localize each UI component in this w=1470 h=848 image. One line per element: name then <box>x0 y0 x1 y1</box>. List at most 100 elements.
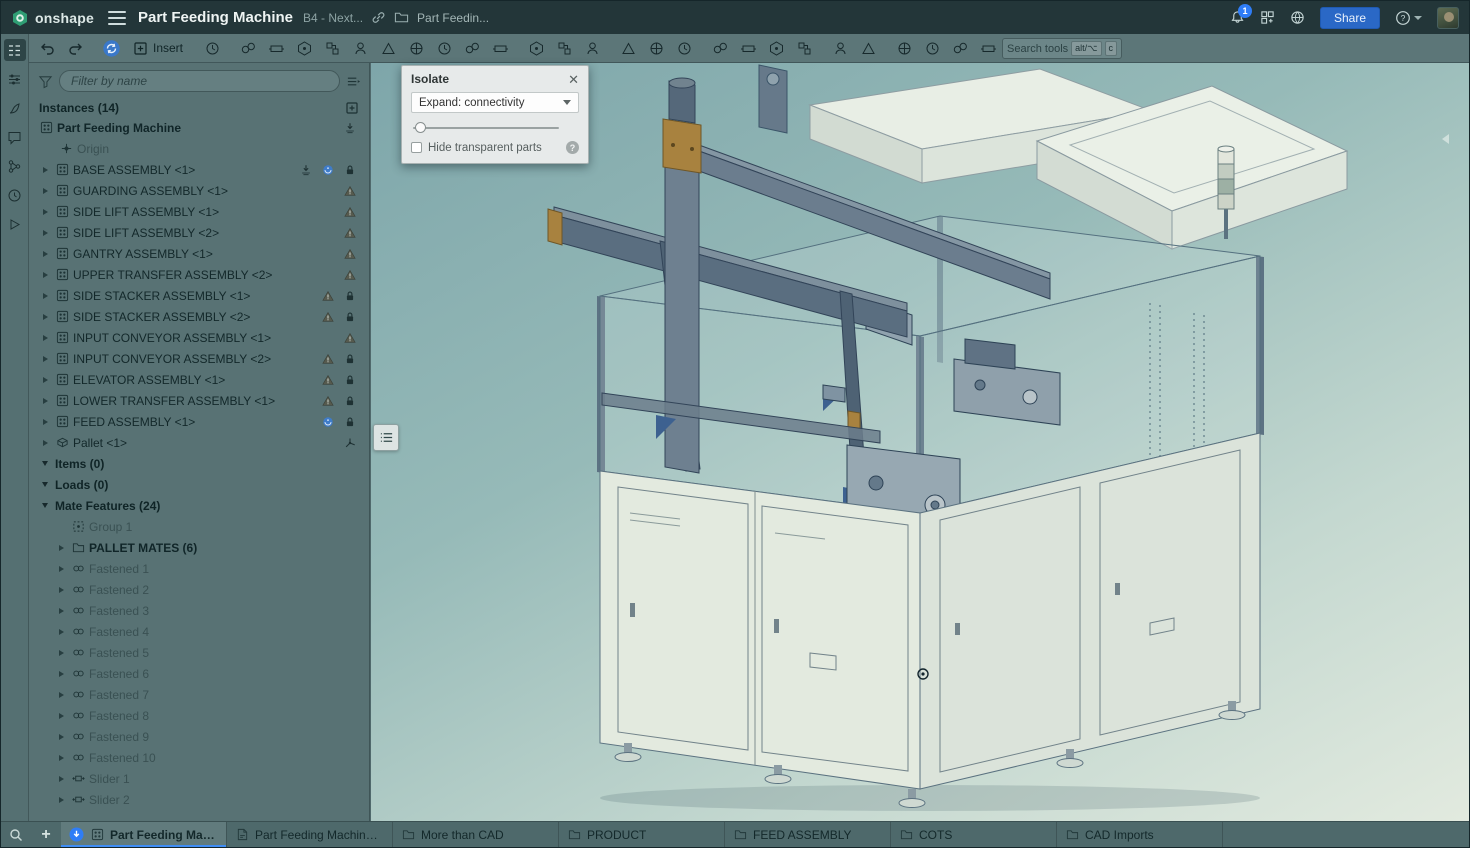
tree-item-fastened-5[interactable]: Fastened 5 <box>29 642 369 663</box>
tree-item-fastened-7[interactable]: Fastened 7 <box>29 684 369 705</box>
group-icon[interactable] <box>551 36 578 61</box>
mate-list-flyout-button[interactable] <box>373 424 399 451</box>
model-viewport[interactable] <box>371 63 1469 821</box>
expand-chevron[interactable] <box>39 314 51 320</box>
tree-item-fastened-6[interactable]: Fastened 6 <box>29 663 369 684</box>
notifications-bell-icon[interactable]: 1 <box>1230 10 1245 25</box>
tree-section-mate-features-24[interactable]: Mate Features (24) <box>29 495 369 516</box>
tree-item-fastened-8[interactable]: Fastened 8 <box>29 705 369 726</box>
breadcrumb[interactable]: Part Feedin... <box>417 11 489 25</box>
planar-mate-icon[interactable] <box>347 36 374 61</box>
onshape-logo[interactable]: onshape <box>11 9 94 27</box>
linear-pattern-icon[interactable] <box>615 36 642 61</box>
collapse-panel-icon[interactable] <box>1442 134 1449 144</box>
expand-chevron[interactable] <box>39 209 51 215</box>
tab-feed-assembly[interactable]: FEED ASSEMBLY <box>725 822 891 847</box>
mass-properties-icon[interactable] <box>947 36 974 61</box>
slider-knob[interactable] <box>415 122 426 133</box>
undo-icon[interactable] <box>34 36 61 61</box>
app-store-icon[interactable] <box>1260 10 1275 25</box>
expand-chevron[interactable] <box>39 230 51 236</box>
tree-item-side-lift-assembly-2[interactable]: SIDE LIFT ASSEMBLY <2> <box>29 222 369 243</box>
display-states-icon[interactable] <box>827 36 854 61</box>
pin-slot-mate-icon[interactable] <box>403 36 430 61</box>
tree-item-group-1[interactable]: Group 1 <box>29 516 369 537</box>
share-button[interactable]: Share <box>1320 7 1380 29</box>
tab-manager-icon[interactable] <box>1 822 31 847</box>
tab-part-feeding-machine-d[interactable]: Part Feeding Machine D... <box>227 822 393 847</box>
tree-item-base-assembly-1[interactable]: BASE ASSEMBLY <1> <box>29 159 369 180</box>
bom-icon[interactable] <box>707 36 734 61</box>
tree-item-feed-assembly-1[interactable]: FEED ASSEMBLY <1> <box>29 411 369 432</box>
expand-chevron[interactable] <box>55 587 67 593</box>
update-sync-icon[interactable] <box>98 36 125 61</box>
versions-panel-icon[interactable] <box>4 155 26 177</box>
tab-part-feeding-machine[interactable]: Part Feeding Machine <box>61 822 227 847</box>
configurations-panel-icon[interactable] <box>4 68 26 90</box>
expand-chevron[interactable] <box>39 398 51 404</box>
tree-item-guarding-assembly-1[interactable]: GUARDING ASSEMBLY <1> <box>29 180 369 201</box>
slider-mate-icon[interactable] <box>319 36 346 61</box>
expand-chevron[interactable] <box>55 692 67 698</box>
replicate-icon[interactable] <box>579 36 606 61</box>
instances-panel-icon[interactable] <box>4 39 26 61</box>
search-tools-input[interactable] <box>1007 43 1068 55</box>
help-menu[interactable]: ? <box>1395 10 1422 26</box>
expand-chevron[interactable] <box>55 671 67 677</box>
expand-chevron[interactable] <box>39 293 51 299</box>
tree-item-elevator-assembly-1[interactable]: ELEVATOR ASSEMBLY <1> <box>29 369 369 390</box>
tree-item-fastened-9[interactable]: Fastened 9 <box>29 726 369 747</box>
model-canvas[interactable] <box>510 63 1390 815</box>
comments-panel-icon[interactable] <box>4 126 26 148</box>
tree-item-slider-1[interactable]: Slider 1 <box>29 768 369 789</box>
redo-icon[interactable] <box>62 36 89 61</box>
revolute-mate-icon[interactable] <box>291 36 318 61</box>
expand-chevron[interactable] <box>39 272 51 278</box>
tree-item-input-conveyor-assembly-2[interactable]: INPUT CONVEYOR ASSEMBLY <2> <box>29 348 369 369</box>
list-options-icon[interactable] <box>346 74 361 89</box>
tree-item-part-feeding-machine[interactable]: Part Feeding Machine <box>29 117 369 138</box>
expand-chevron[interactable] <box>55 629 67 635</box>
tree-section-items-0[interactable]: Items (0) <box>29 453 369 474</box>
exploded-view-icon[interactable] <box>735 36 762 61</box>
appearance-panel-icon[interactable] <box>4 97 26 119</box>
fastened-mate-icon[interactable] <box>263 36 290 61</box>
tree-item-fastened-3[interactable]: Fastened 3 <box>29 600 369 621</box>
tree-item-gantry-assembly-1[interactable]: GANTRY ASSEMBLY <1> <box>29 243 369 264</box>
expand-chevron[interactable] <box>55 755 67 761</box>
insert-instance-icon[interactable] <box>345 101 359 115</box>
tree-item-input-conveyor-assembly-1[interactable]: INPUT CONVEYOR ASSEMBLY <1> <box>29 327 369 348</box>
tab-product[interactable]: PRODUCT <box>559 822 725 847</box>
tree-item-pallet-mates-6[interactable]: PALLET MATES (6) <box>29 537 369 558</box>
tree-item-fastened-10[interactable]: Fastened 10 <box>29 747 369 768</box>
mirror-icon[interactable] <box>671 36 698 61</box>
tree-item-side-stacker-assembly-2[interactable]: SIDE STACKER ASSEMBLY <2> <box>29 306 369 327</box>
cylindrical-mate-icon[interactable] <box>375 36 402 61</box>
expand-chevron[interactable] <box>55 545 67 551</box>
expand-chevron[interactable] <box>55 776 67 782</box>
help-icon[interactable]: ? <box>566 141 579 154</box>
tree-item-fastened-1[interactable]: Fastened 1 <box>29 558 369 579</box>
expand-chevron[interactable] <box>39 503 51 508</box>
tree-item-slider-2[interactable]: Slider 2 <box>29 789 369 810</box>
tree-section-loads-0[interactable]: Loads (0) <box>29 474 369 495</box>
expand-chevron[interactable] <box>55 566 67 572</box>
expand-chevron[interactable] <box>39 167 51 173</box>
filter-input[interactable] <box>59 70 340 92</box>
parallel-mate-icon[interactable] <box>459 36 486 61</box>
close-icon[interactable]: ✕ <box>567 73 580 86</box>
tab-cots[interactable]: COTS <box>891 822 1057 847</box>
avatar[interactable] <box>1437 7 1459 29</box>
expand-chevron[interactable] <box>39 482 51 487</box>
circular-pattern-icon[interactable] <box>643 36 670 61</box>
tangent-mate-icon[interactable] <box>487 36 514 61</box>
expand-chevron[interactable] <box>39 419 51 425</box>
named-positions-icon[interactable] <box>791 36 818 61</box>
tree-item-fastened-4[interactable]: Fastened 4 <box>29 621 369 642</box>
history-panel-icon[interactable] <box>4 184 26 206</box>
tree-item-pallet-1[interactable]: Pallet <1> <box>29 432 369 453</box>
insert-button[interactable]: Insert <box>126 36 190 61</box>
appearance-icon[interactable] <box>855 36 882 61</box>
tree-item-origin[interactable]: Origin <box>29 138 369 159</box>
expand-chevron[interactable] <box>39 440 51 446</box>
